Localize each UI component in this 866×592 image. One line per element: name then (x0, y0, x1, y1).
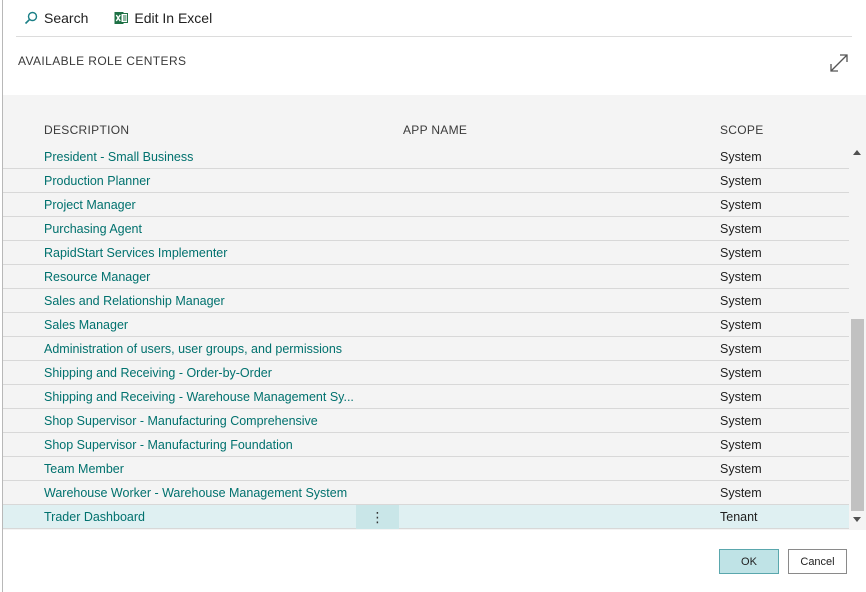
table-row[interactable]: RapidStart Services Implementer System (3, 241, 849, 265)
expand-icon[interactable] (828, 52, 850, 74)
table-row[interactable]: Resource Manager System (3, 265, 849, 289)
dialog-title: AVAILABLE ROLE CENTERS (18, 54, 187, 68)
row-scope: System (720, 342, 762, 356)
row-scope: System (720, 222, 762, 236)
row-actions-menu-icon[interactable]: ⋮ (356, 505, 399, 529)
search-button[interactable]: Search (16, 10, 90, 26)
row-scope: System (720, 438, 762, 452)
row-scope: System (720, 486, 762, 500)
scroll-thumb[interactable] (851, 319, 864, 511)
search-label: Search (44, 10, 89, 26)
role-centers-grid: DESCRIPTION APP NAME SCOPE President - S… (3, 95, 866, 530)
row-description-link[interactable]: Purchasing Agent (44, 222, 356, 236)
search-icon (24, 11, 38, 25)
row-scope: System (720, 246, 762, 260)
row-scope: System (720, 294, 762, 308)
row-scope: System (720, 366, 762, 380)
row-description-link[interactable]: RapidStart Services Implementer (44, 246, 356, 260)
grid-rows: President - Small Business System Producti… (3, 145, 849, 529)
ok-button[interactable]: OK (719, 549, 779, 574)
scroll-down-arrow-icon[interactable] (853, 517, 861, 522)
vertical-scrollbar[interactable] (849, 145, 866, 530)
table-row[interactable]: Production Planner System (3, 169, 849, 193)
table-row[interactable]: Purchasing Agent System (3, 217, 849, 241)
row-scope: System (720, 390, 762, 404)
row-description-link[interactable]: Team Member (44, 462, 356, 476)
table-row[interactable]: Shop Supervisor - Manufacturing Comprehe… (3, 409, 849, 433)
toolbar: Search Edit In Excel (16, 0, 852, 37)
table-row[interactable]: Team Member System (3, 457, 849, 481)
row-description-link[interactable]: Shop Supervisor - Manufacturing Foundati… (44, 438, 356, 452)
row-description-link[interactable]: Warehouse Worker - Warehouse Management … (44, 486, 356, 500)
column-header-app-name[interactable]: APP NAME (403, 123, 467, 137)
edit-in-excel-label: Edit In Excel (134, 10, 213, 26)
row-description-link[interactable]: Sales Manager (44, 318, 356, 332)
cancel-button[interactable]: Cancel (788, 549, 847, 574)
excel-icon (114, 11, 129, 25)
table-row[interactable]: Shipping and Receiving - Warehouse Manag… (3, 385, 849, 409)
row-description-link[interactable]: Shipping and Receiving - Warehouse Manag… (44, 390, 356, 404)
table-row[interactable]: Sales Manager System (3, 313, 849, 337)
row-scope: System (720, 414, 762, 428)
row-scope: System (720, 318, 762, 332)
edit-in-excel-button[interactable]: Edit In Excel (106, 10, 214, 26)
row-scope: System (720, 462, 762, 476)
row-scope: System (720, 174, 762, 188)
row-scope: System (720, 198, 762, 212)
row-scope: System (720, 150, 762, 164)
row-description-link[interactable]: Production Planner (44, 174, 356, 188)
column-header-scope[interactable]: SCOPE (720, 123, 764, 137)
grid-header: DESCRIPTION APP NAME SCOPE (3, 120, 866, 140)
column-header-description[interactable]: DESCRIPTION (44, 123, 129, 137)
row-description-link[interactable]: Project Manager (44, 198, 356, 212)
table-row[interactable]: Administration of users, user groups, an… (3, 337, 849, 361)
table-row[interactable]: Trader Dashboard ⋮ Tenant (3, 505, 849, 529)
row-description-link[interactable]: Shipping and Receiving - Order-by-Order (44, 366, 356, 380)
row-description-link[interactable]: Sales and Relationship Manager (44, 294, 356, 308)
table-row[interactable]: President - Small Business System (3, 145, 849, 169)
row-description-link[interactable]: Resource Manager (44, 270, 356, 284)
row-description-link[interactable]: Administration of users, user groups, an… (44, 342, 356, 356)
row-description-link[interactable]: President - Small Business (44, 150, 356, 164)
table-row[interactable]: Shipping and Receiving - Order-by-Order S… (3, 361, 849, 385)
table-row[interactable]: Project Manager System (3, 193, 849, 217)
table-row[interactable]: Shop Supervisor - Manufacturing Foundati… (3, 433, 849, 457)
scroll-up-arrow-icon[interactable] (853, 150, 861, 155)
table-row[interactable]: Sales and Relationship Manager System (3, 289, 849, 313)
row-scope: Tenant (720, 510, 758, 524)
table-row[interactable]: Warehouse Worker - Warehouse Management … (3, 481, 849, 505)
row-description-link[interactable]: Shop Supervisor - Manufacturing Comprehe… (44, 414, 356, 428)
row-description-link[interactable]: Trader Dashboard (44, 510, 356, 524)
row-scope: System (720, 270, 762, 284)
